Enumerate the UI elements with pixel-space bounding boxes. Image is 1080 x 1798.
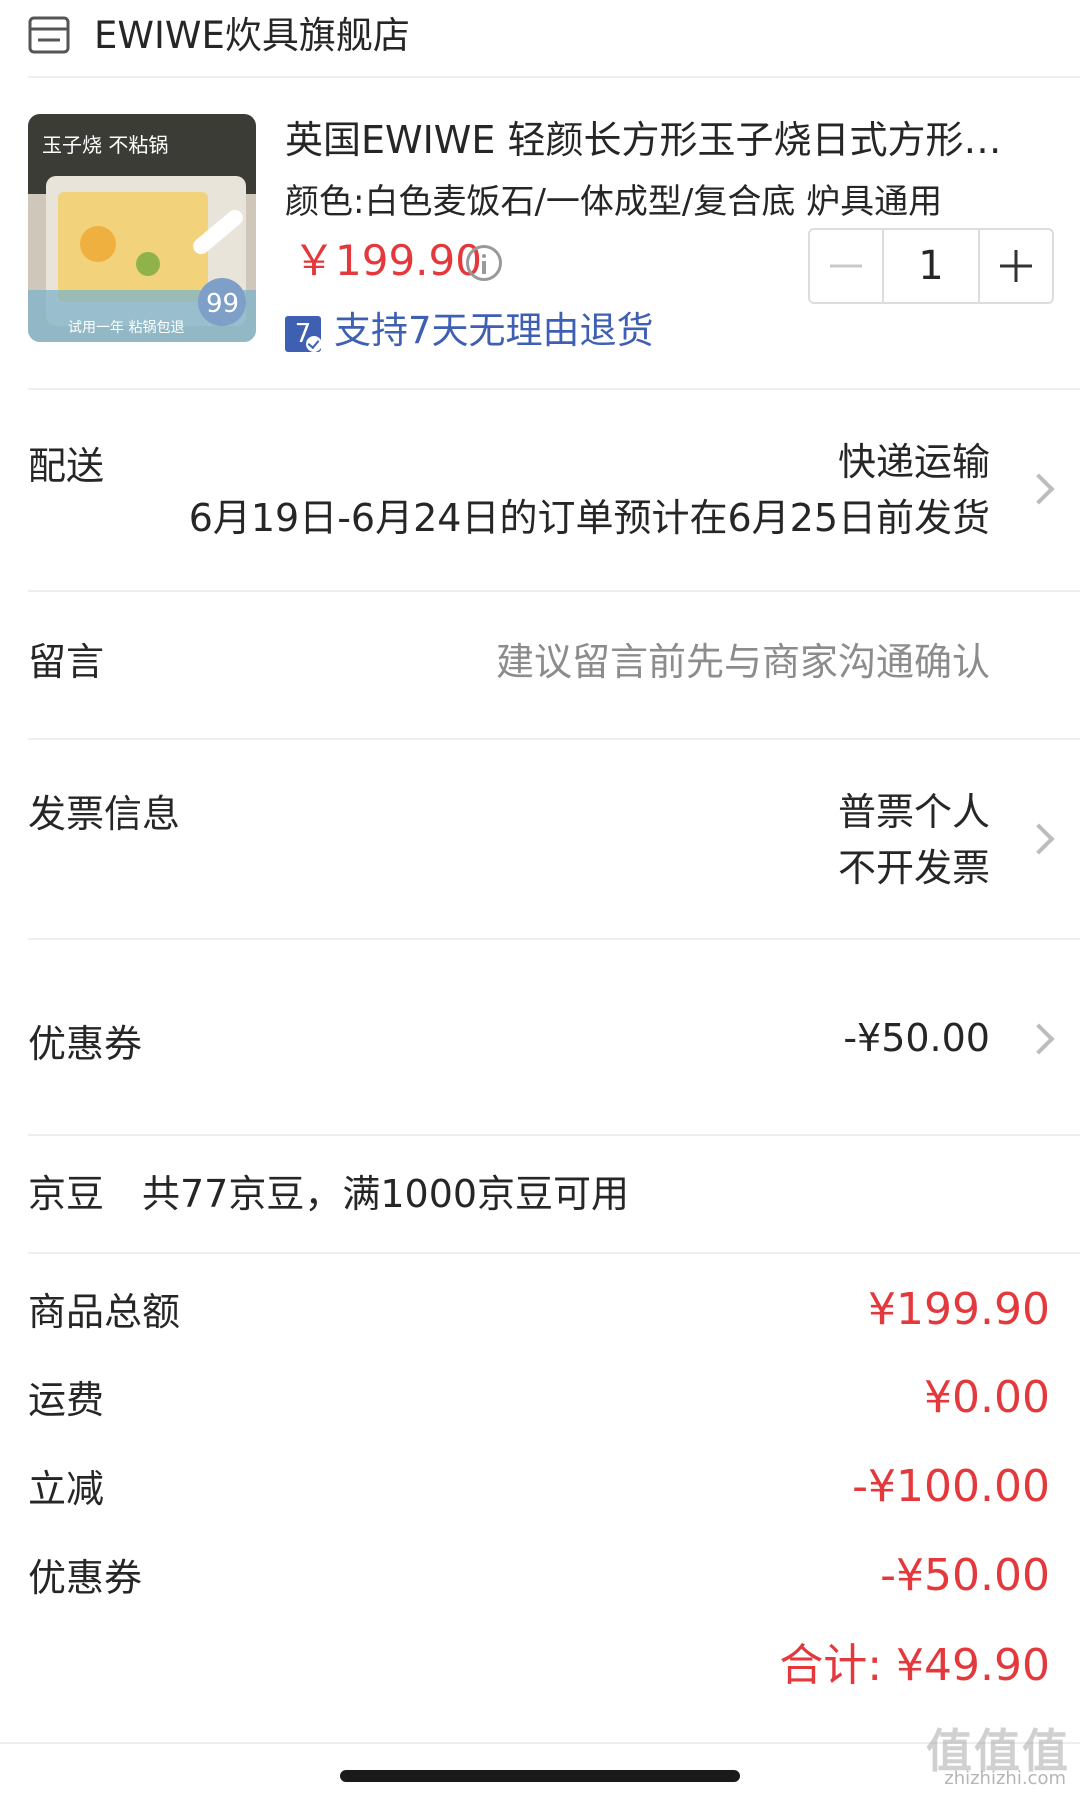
delivery-method[interactable]: 快递运输 — [838, 436, 990, 488]
invoice-type[interactable]: 普票个人 — [838, 786, 990, 838]
jingdou-note: 共77京豆，满1000京豆可用 — [142, 1172, 630, 1216]
shipping-label: 运费 — [28, 1378, 105, 1422]
discount-label: 立减 — [28, 1467, 105, 1511]
divider — [28, 738, 1080, 740]
thumb-title-text: 玉子烧 不粘锅 — [42, 133, 168, 157]
minus-icon — [830, 264, 862, 268]
increase-button[interactable] — [980, 230, 1052, 302]
discount-value: -¥100.00 — [852, 1461, 1050, 1512]
divider — [28, 590, 1080, 592]
store-name[interactable]: EWIWE炊具旗舰店 — [94, 12, 410, 60]
divider — [28, 1134, 1080, 1136]
thumb-bottom-text: 试用一年 粘锅包退 — [68, 320, 184, 336]
coupon-value[interactable]: -¥50.00 — [843, 1012, 990, 1064]
divider — [28, 1252, 1080, 1254]
coupon-summary-label: 优惠券 — [28, 1556, 143, 1600]
delivery-note[interactable]: 6月19日-6月24日的订单预计在6月25日前发货 — [189, 492, 990, 544]
divider — [28, 388, 1080, 390]
chevron-right-icon[interactable] — [1023, 473, 1055, 505]
product-price: ￥199.90 — [293, 236, 482, 285]
chevron-right-icon[interactable] — [1023, 1023, 1055, 1055]
store-icon — [28, 16, 70, 54]
message-label: 留言 — [28, 640, 105, 684]
return-policy-text[interactable]: 支持7天无理由退货 — [334, 306, 654, 356]
order-total: 合计: ¥49.90 — [779, 1640, 1050, 1691]
product-image: 玉子烧 不粘锅 99 试用一年 粘锅包退 — [28, 114, 256, 342]
goods-total-value: ¥199.90 — [868, 1284, 1050, 1335]
product-spec[interactable]: 颜色:白色麦饭石/一体成型/复合底 炉具通用 — [285, 178, 985, 226]
coupon-label: 优惠券 — [28, 1022, 143, 1066]
divider — [28, 938, 1080, 940]
divider — [0, 1742, 1080, 1744]
invoice-status[interactable]: 不开发票 — [838, 842, 990, 894]
invoice-label: 发票信息 — [28, 792, 181, 836]
divider — [28, 76, 1080, 78]
delivery-label: 配送 — [28, 444, 105, 488]
quantity-stepper[interactable]: 1 — [808, 228, 1054, 304]
product-title[interactable]: 英国EWIWE 轻颜长方形玉子烧日式方形… — [285, 114, 1045, 166]
thumb-price-text: 99 — [206, 289, 239, 319]
coupon-summary-value: -¥50.00 — [880, 1550, 1050, 1601]
goods-total-label: 商品总额 — [28, 1290, 181, 1334]
home-indicator[interactable] — [340, 1770, 740, 1782]
plus-icon — [1000, 250, 1032, 282]
check-icon — [306, 336, 322, 352]
shipping-value: ¥0.00 — [924, 1372, 1050, 1423]
watermark-url: zhizhizhi.com — [944, 1768, 1066, 1789]
info-icon[interactable] — [466, 245, 502, 281]
jingdou-label: 京豆 — [28, 1172, 105, 1216]
store-header[interactable]: EWIWE炊具旗舰店 — [0, 0, 1080, 76]
chevron-right-icon[interactable] — [1023, 823, 1055, 855]
message-input[interactable]: 建议留言前先与商家沟通确认 — [496, 636, 990, 688]
decrease-button[interactable] — [810, 230, 882, 302]
quantity-value[interactable]: 1 — [882, 230, 980, 302]
product-thumbnail[interactable]: 玉子烧 不粘锅 99 试用一年 粘锅包退 — [28, 114, 256, 342]
